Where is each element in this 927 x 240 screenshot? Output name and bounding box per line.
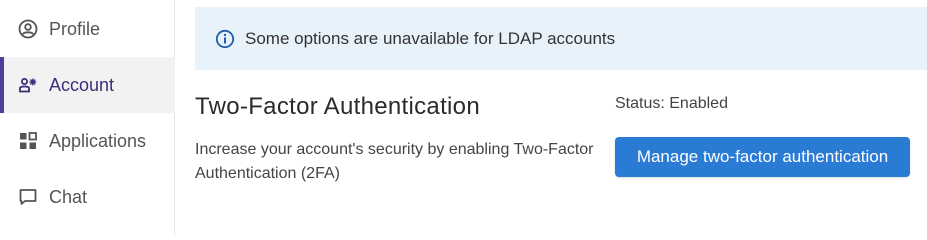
sidebar-item-label: Chat xyxy=(49,186,88,207)
status-text: Status: Enabled xyxy=(615,95,728,112)
sidebar-item-profile[interactable]: Profile xyxy=(0,1,175,57)
banner-text: Some options are unavailable for LDAP ac… xyxy=(245,28,616,48)
sidebar-item-account[interactable]: Account xyxy=(0,57,175,113)
applications-icon xyxy=(18,131,38,151)
section-description: Increase your account's security by enab… xyxy=(195,141,594,182)
manage-2fa-button[interactable]: Manage two-factor authentication xyxy=(615,137,910,177)
sidebar: Profile Account Applications Chat xyxy=(0,0,175,235)
sidebar-item-label: Account xyxy=(49,74,115,95)
account-icon xyxy=(18,75,38,95)
sidebar-item-applications[interactable]: Applications xyxy=(0,113,175,169)
sidebar-item-label: Profile xyxy=(49,18,101,39)
sidebar-item-label: Applications xyxy=(49,130,147,151)
info-icon xyxy=(215,29,235,49)
sidebar-item-chat[interactable]: Chat xyxy=(0,169,175,225)
section-title: Two-Factor Authentication xyxy=(195,93,480,120)
chat-icon xyxy=(18,187,38,207)
profile-icon xyxy=(18,19,38,39)
info-banner: Some options are unavailable for LDAP ac… xyxy=(195,7,927,70)
